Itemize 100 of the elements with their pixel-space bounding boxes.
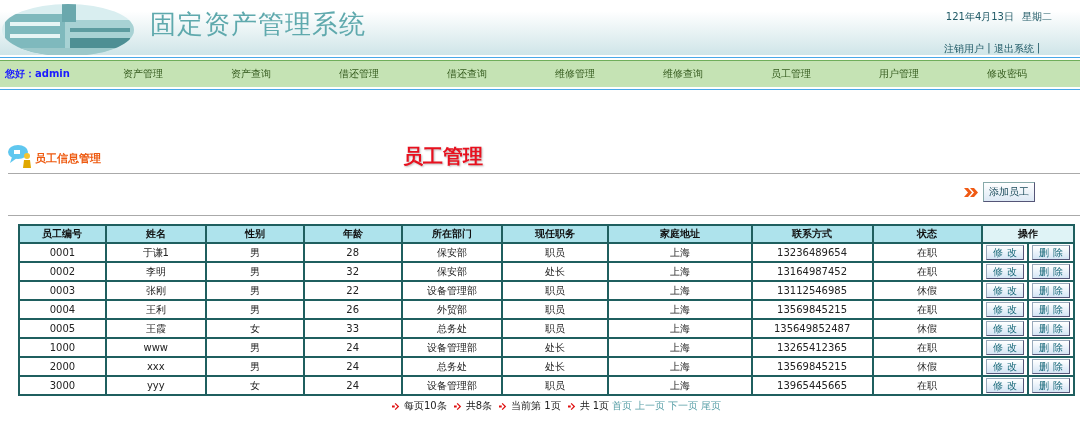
chat-person-icon: [8, 144, 34, 168]
header-link[interactable]: 退出系统: [993, 42, 1034, 56]
table-cell: 上海: [608, 243, 752, 262]
table-cell: 26: [303, 300, 402, 319]
edit-button[interactable]: 修 改: [986, 264, 1024, 279]
table-cell: www: [105, 338, 206, 357]
table-cell: 总务处: [401, 319, 503, 338]
table-cell: 休假: [872, 319, 983, 338]
nav-item[interactable]: 维修管理: [519, 67, 627, 81]
column-header: 所在部门: [401, 225, 503, 243]
nav-item[interactable]: 员工管理: [735, 67, 843, 81]
delete-button[interactable]: 删 除: [1032, 245, 1070, 260]
table-cell: 处长: [502, 262, 609, 281]
table-cell: 135649852487: [751, 319, 873, 338]
nav-item[interactable]: 借还管理: [303, 67, 411, 81]
pager-link[interactable]: 上一页: [635, 399, 666, 413]
table-cell: 13965445665: [751, 376, 873, 395]
table-cell: 上海: [608, 262, 752, 281]
column-header: 姓名: [105, 225, 206, 243]
table-cell: 在职: [872, 338, 983, 357]
section-label: 员工信息管理: [35, 151, 101, 166]
edit-button[interactable]: 修 改: [986, 283, 1024, 298]
edit-button[interactable]: 修 改: [986, 302, 1024, 317]
table-cell: 王霞: [105, 319, 206, 338]
table-cell: 男: [205, 338, 304, 357]
column-header: 操作: [982, 225, 1074, 243]
table-cell: 职员: [502, 376, 609, 395]
table-cell: 总务处: [401, 357, 503, 376]
table-cell: 1000: [19, 338, 106, 357]
delete-button[interactable]: 删 除: [1032, 264, 1070, 279]
delete-button[interactable]: 删 除: [1032, 283, 1070, 298]
table-cell: 上海: [608, 376, 752, 395]
page-title: 员工管理: [403, 143, 483, 170]
add-employee-button[interactable]: 添加员工: [983, 182, 1035, 202]
table-cell: 13112546985: [751, 281, 873, 300]
double-chevron-icon: [964, 187, 978, 197]
table-cell: 休假: [872, 357, 983, 376]
edit-button[interactable]: 修 改: [986, 321, 1024, 336]
table-cell: 职员: [502, 300, 609, 319]
app-title: 固定资产管理系统: [150, 8, 366, 41]
table-cell: 13164987452: [751, 262, 873, 281]
column-header: 年龄: [303, 225, 402, 243]
weekday-text: 星期二: [1022, 10, 1052, 24]
pager-text: 共 1页: [579, 399, 610, 413]
table-cell: 保安部: [401, 262, 503, 281]
table-cell: 男: [205, 262, 304, 281]
pager-link[interactable]: 首页: [612, 399, 633, 413]
table-cell: 设备管理部: [401, 338, 503, 357]
edit-button[interactable]: 修 改: [986, 340, 1024, 355]
arrow-icon: [567, 401, 577, 411]
edit-button[interactable]: 修 改: [986, 359, 1024, 374]
table-cell: 在职: [872, 376, 983, 395]
delete-button[interactable]: 删 除: [1032, 378, 1070, 393]
table-cell: 于谦1: [105, 243, 206, 262]
table-cell: 设备管理部: [401, 376, 503, 395]
nav-item[interactable]: 资产查询: [195, 67, 303, 81]
column-header: 状态: [872, 225, 983, 243]
table-cell: 处长: [502, 338, 609, 357]
table-cell: 女: [205, 376, 304, 395]
table-cell: 上海: [608, 281, 752, 300]
table-cell: 0005: [19, 319, 106, 338]
nav-item[interactable]: 修改密码: [951, 67, 1059, 81]
table-cell: 上海: [608, 357, 752, 376]
pager-link[interactable]: 尾页: [701, 399, 722, 413]
greeting-text: 您好：admin: [4, 67, 71, 81]
column-header: 家庭地址: [608, 225, 752, 243]
edit-button[interactable]: 修 改: [986, 378, 1024, 393]
table-cell: yyy: [105, 376, 206, 395]
date-text: 121年4月13日: [945, 10, 1014, 24]
delete-button[interactable]: 删 除: [1032, 321, 1070, 336]
delete-button[interactable]: 删 除: [1032, 340, 1070, 355]
pager-text: 每页10条: [404, 399, 447, 413]
table-cell: 在职: [872, 262, 983, 281]
table-cell: 李明: [105, 262, 206, 281]
nav-item[interactable]: 借还查询: [411, 67, 519, 81]
table-cell: 28: [303, 243, 402, 262]
table-cell: xxx: [105, 357, 206, 376]
header-link[interactable]: 注销用户: [944, 42, 985, 56]
pager-text: 共8条: [465, 399, 493, 413]
table-cell: 22: [303, 281, 402, 300]
table-cell: 职员: [502, 243, 609, 262]
nav-item[interactable]: 用户管理: [843, 67, 951, 81]
table-cell: 24: [303, 338, 402, 357]
table-cell: 男: [205, 300, 304, 319]
table-cell: 职员: [502, 319, 609, 338]
edit-button[interactable]: 修 改: [986, 245, 1024, 260]
delete-button[interactable]: 删 除: [1032, 359, 1070, 374]
table-cell: 0004: [19, 300, 106, 319]
table-cell: 13265412365: [751, 338, 873, 357]
table-cell: 在职: [872, 300, 983, 319]
table-cell: 张刚: [105, 281, 206, 300]
delete-button[interactable]: 删 除: [1032, 302, 1070, 317]
pager-link[interactable]: 下一页: [668, 399, 699, 413]
table-cell: 男: [205, 281, 304, 300]
table-cell: 男: [205, 357, 304, 376]
nav-item[interactable]: 维修查询: [627, 67, 735, 81]
column-header: 员工编号: [19, 225, 106, 243]
column-header: 现任职务: [502, 225, 609, 243]
nav-item[interactable]: 资产管理: [87, 67, 195, 81]
table-cell: 上海: [608, 319, 752, 338]
